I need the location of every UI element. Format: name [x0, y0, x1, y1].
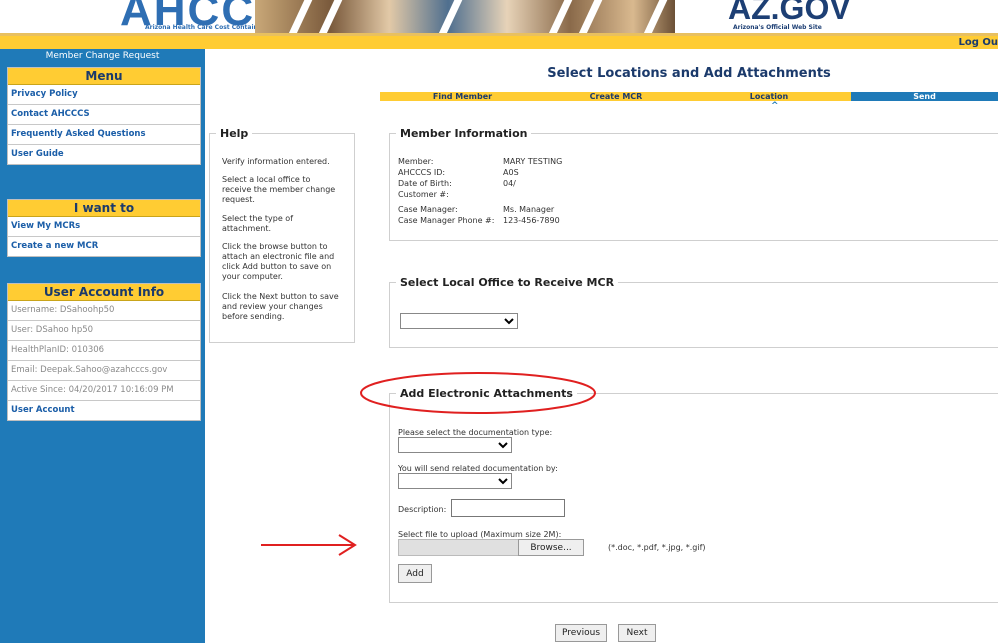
- annotation-ellipse: [360, 372, 596, 414]
- annotation-overlay: [261, 372, 596, 556]
